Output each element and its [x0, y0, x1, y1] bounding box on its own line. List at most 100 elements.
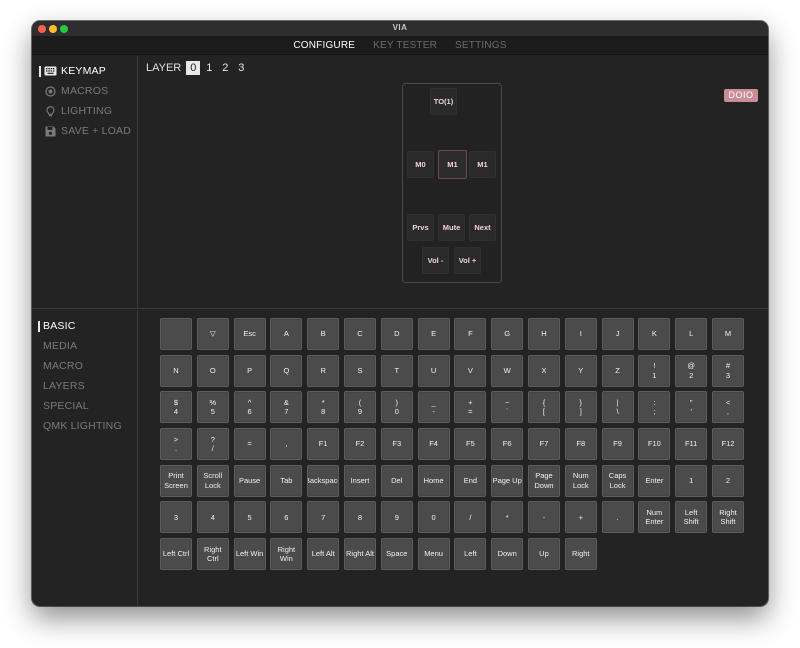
device-key-mute[interactable]: Mute: [438, 214, 465, 241]
keycode-caps-lock[interactable]: Caps Lock: [601, 464, 634, 497]
keycode-s[interactable]: S: [343, 354, 376, 387]
keycode-f3[interactable]: F3: [380, 428, 413, 461]
keycode-49[interactable]: ? /: [196, 428, 229, 461]
device-key-vol-up[interactable]: Vol +: [454, 247, 481, 274]
keycode-1[interactable]: ▽: [196, 318, 229, 350]
keycode-home[interactable]: Home: [417, 464, 450, 497]
keycode-page-down[interactable]: Page Down: [527, 464, 560, 497]
keycode-f12[interactable]: F12: [711, 428, 744, 461]
category-media[interactable]: MEDIA: [32, 336, 137, 356]
layer-3-button[interactable]: 3: [234, 61, 248, 75]
keycode-num-lock[interactable]: Num Lock: [564, 464, 597, 497]
keycode-5[interactable]: % 5: [196, 391, 229, 424]
keycode-scroll-lock[interactable]: Scroll Lock: [196, 464, 229, 497]
keycode-1[interactable]: ! 1: [638, 354, 671, 387]
keycode-44[interactable]: | \: [601, 391, 634, 424]
keycode-backspace[interactable]: Backspace: [307, 464, 340, 497]
keycode-6[interactable]: ^ 6: [233, 391, 266, 424]
keycode-91[interactable]: +: [564, 501, 597, 534]
keycode-39[interactable]: _ -: [417, 391, 450, 424]
keycode-5[interactable]: 5: [233, 501, 266, 534]
keycode-88[interactable]: /: [454, 501, 487, 534]
keycode-1[interactable]: 1: [675, 464, 708, 497]
keycode-7[interactable]: 7: [307, 501, 340, 534]
keycode-right-shift[interactable]: Right Shift: [711, 501, 744, 534]
category-layers[interactable]: LAYERS: [32, 376, 137, 396]
keycode-f11[interactable]: F11: [675, 428, 708, 461]
keycode-0[interactable]: 0: [417, 501, 450, 534]
keycode-down[interactable]: Down: [491, 538, 524, 571]
keycode-i[interactable]: I: [564, 318, 597, 350]
keycode-right-ctrl[interactable]: Right Ctrl: [196, 538, 229, 571]
keycode-f7[interactable]: F7: [527, 428, 560, 461]
keycode-j[interactable]: J: [601, 318, 634, 350]
keycode-f8[interactable]: F8: [564, 428, 597, 461]
keycode-right[interactable]: Right: [564, 538, 597, 571]
tab-settings[interactable]: SETTINGS: [455, 40, 507, 51]
device-key-m0[interactable]: M0: [407, 151, 434, 178]
keycode-51[interactable]: ,: [270, 428, 303, 461]
keycode-f1[interactable]: F1: [307, 428, 340, 461]
keycode-z[interactable]: Z: [601, 354, 634, 387]
keycode-p[interactable]: P: [233, 354, 266, 387]
keycode-e[interactable]: E: [417, 318, 450, 350]
category-basic[interactable]: BASIC: [32, 316, 137, 336]
keycode-enter[interactable]: Enter: [638, 464, 671, 497]
keycode-f9[interactable]: F9: [601, 428, 634, 461]
sidebar-item-lighting[interactable]: LIGHTING: [32, 101, 137, 121]
keycode-48[interactable]: >.: [160, 428, 192, 461]
keycode-4[interactable]: 4: [196, 501, 229, 534]
keycode-y[interactable]: Y: [564, 354, 597, 387]
keycode-40[interactable]: + =: [454, 391, 487, 424]
keycode-4[interactable]: $4: [160, 391, 192, 424]
keycode-x[interactable]: X: [527, 354, 560, 387]
keycode-42[interactable]: {[: [527, 391, 560, 424]
keycode-9[interactable]: (9: [343, 391, 376, 424]
keycode-left-shift[interactable]: Left Shift: [675, 501, 708, 534]
keycode-space[interactable]: Space: [380, 538, 413, 571]
tab-configure[interactable]: CONFIGURE: [293, 40, 355, 51]
keycode-n[interactable]: N: [160, 354, 192, 387]
keycode-right-alt[interactable]: Right Alt: [343, 538, 376, 571]
keycode-f10[interactable]: F10: [638, 428, 671, 461]
layer-0-button[interactable]: 0: [186, 61, 201, 75]
sidebar-item-save-load[interactable]: SAVE + LOAD: [32, 121, 137, 141]
keycode-b[interactable]: B: [307, 318, 340, 350]
keycode-f5[interactable]: F5: [454, 428, 487, 461]
keycode-f4[interactable]: F4: [417, 428, 450, 461]
keycode-menu[interactable]: Menu: [417, 538, 450, 571]
keycode-45[interactable]: :;: [638, 391, 671, 424]
keycode-end[interactable]: End: [454, 464, 487, 497]
keycode-none[interactable]: [160, 318, 192, 350]
keycode-2[interactable]: @2: [675, 354, 708, 387]
keycode-0[interactable]: ) 0: [380, 391, 413, 424]
keycode-left-ctrl[interactable]: Left Ctrl: [160, 538, 192, 571]
keycode-f6[interactable]: F6: [491, 428, 524, 461]
keycode-w[interactable]: W: [491, 354, 524, 387]
keycode-f2[interactable]: F2: [343, 428, 376, 461]
keycode-esc[interactable]: Esc: [233, 318, 266, 350]
keycode-up[interactable]: Up: [527, 538, 560, 571]
device-key-to1[interactable]: TO(1): [430, 88, 457, 115]
device-key-vol-down[interactable]: Vol -: [422, 247, 449, 274]
keycode-6[interactable]: 6: [270, 501, 303, 534]
keycode-50[interactable]: =: [233, 428, 266, 461]
keycode-47[interactable]: <,: [711, 391, 744, 424]
keycode-90[interactable]: -: [527, 501, 560, 534]
keycode-u[interactable]: U: [417, 354, 450, 387]
keycode-left[interactable]: Left: [454, 538, 487, 571]
category-macro[interactable]: MACRO: [32, 356, 137, 376]
keycode-o[interactable]: O: [196, 354, 229, 387]
keycode-tab[interactable]: Tab: [270, 464, 303, 497]
keycode-f[interactable]: F: [454, 318, 487, 350]
keycode-h[interactable]: H: [527, 318, 560, 350]
keycode-left-win[interactable]: Left Win: [233, 538, 266, 571]
keycode-3[interactable]: #3: [711, 354, 744, 387]
keycode-9[interactable]: 9: [380, 501, 413, 534]
layer-1-button[interactable]: 1: [202, 61, 216, 75]
layer-2-button[interactable]: 2: [218, 61, 232, 75]
keycode-right-win[interactable]: Right Win: [270, 538, 303, 571]
keycode-43[interactable]: }]: [564, 391, 597, 424]
keycode-41[interactable]: ~ `: [491, 391, 524, 424]
keycode-v[interactable]: V: [454, 354, 487, 387]
